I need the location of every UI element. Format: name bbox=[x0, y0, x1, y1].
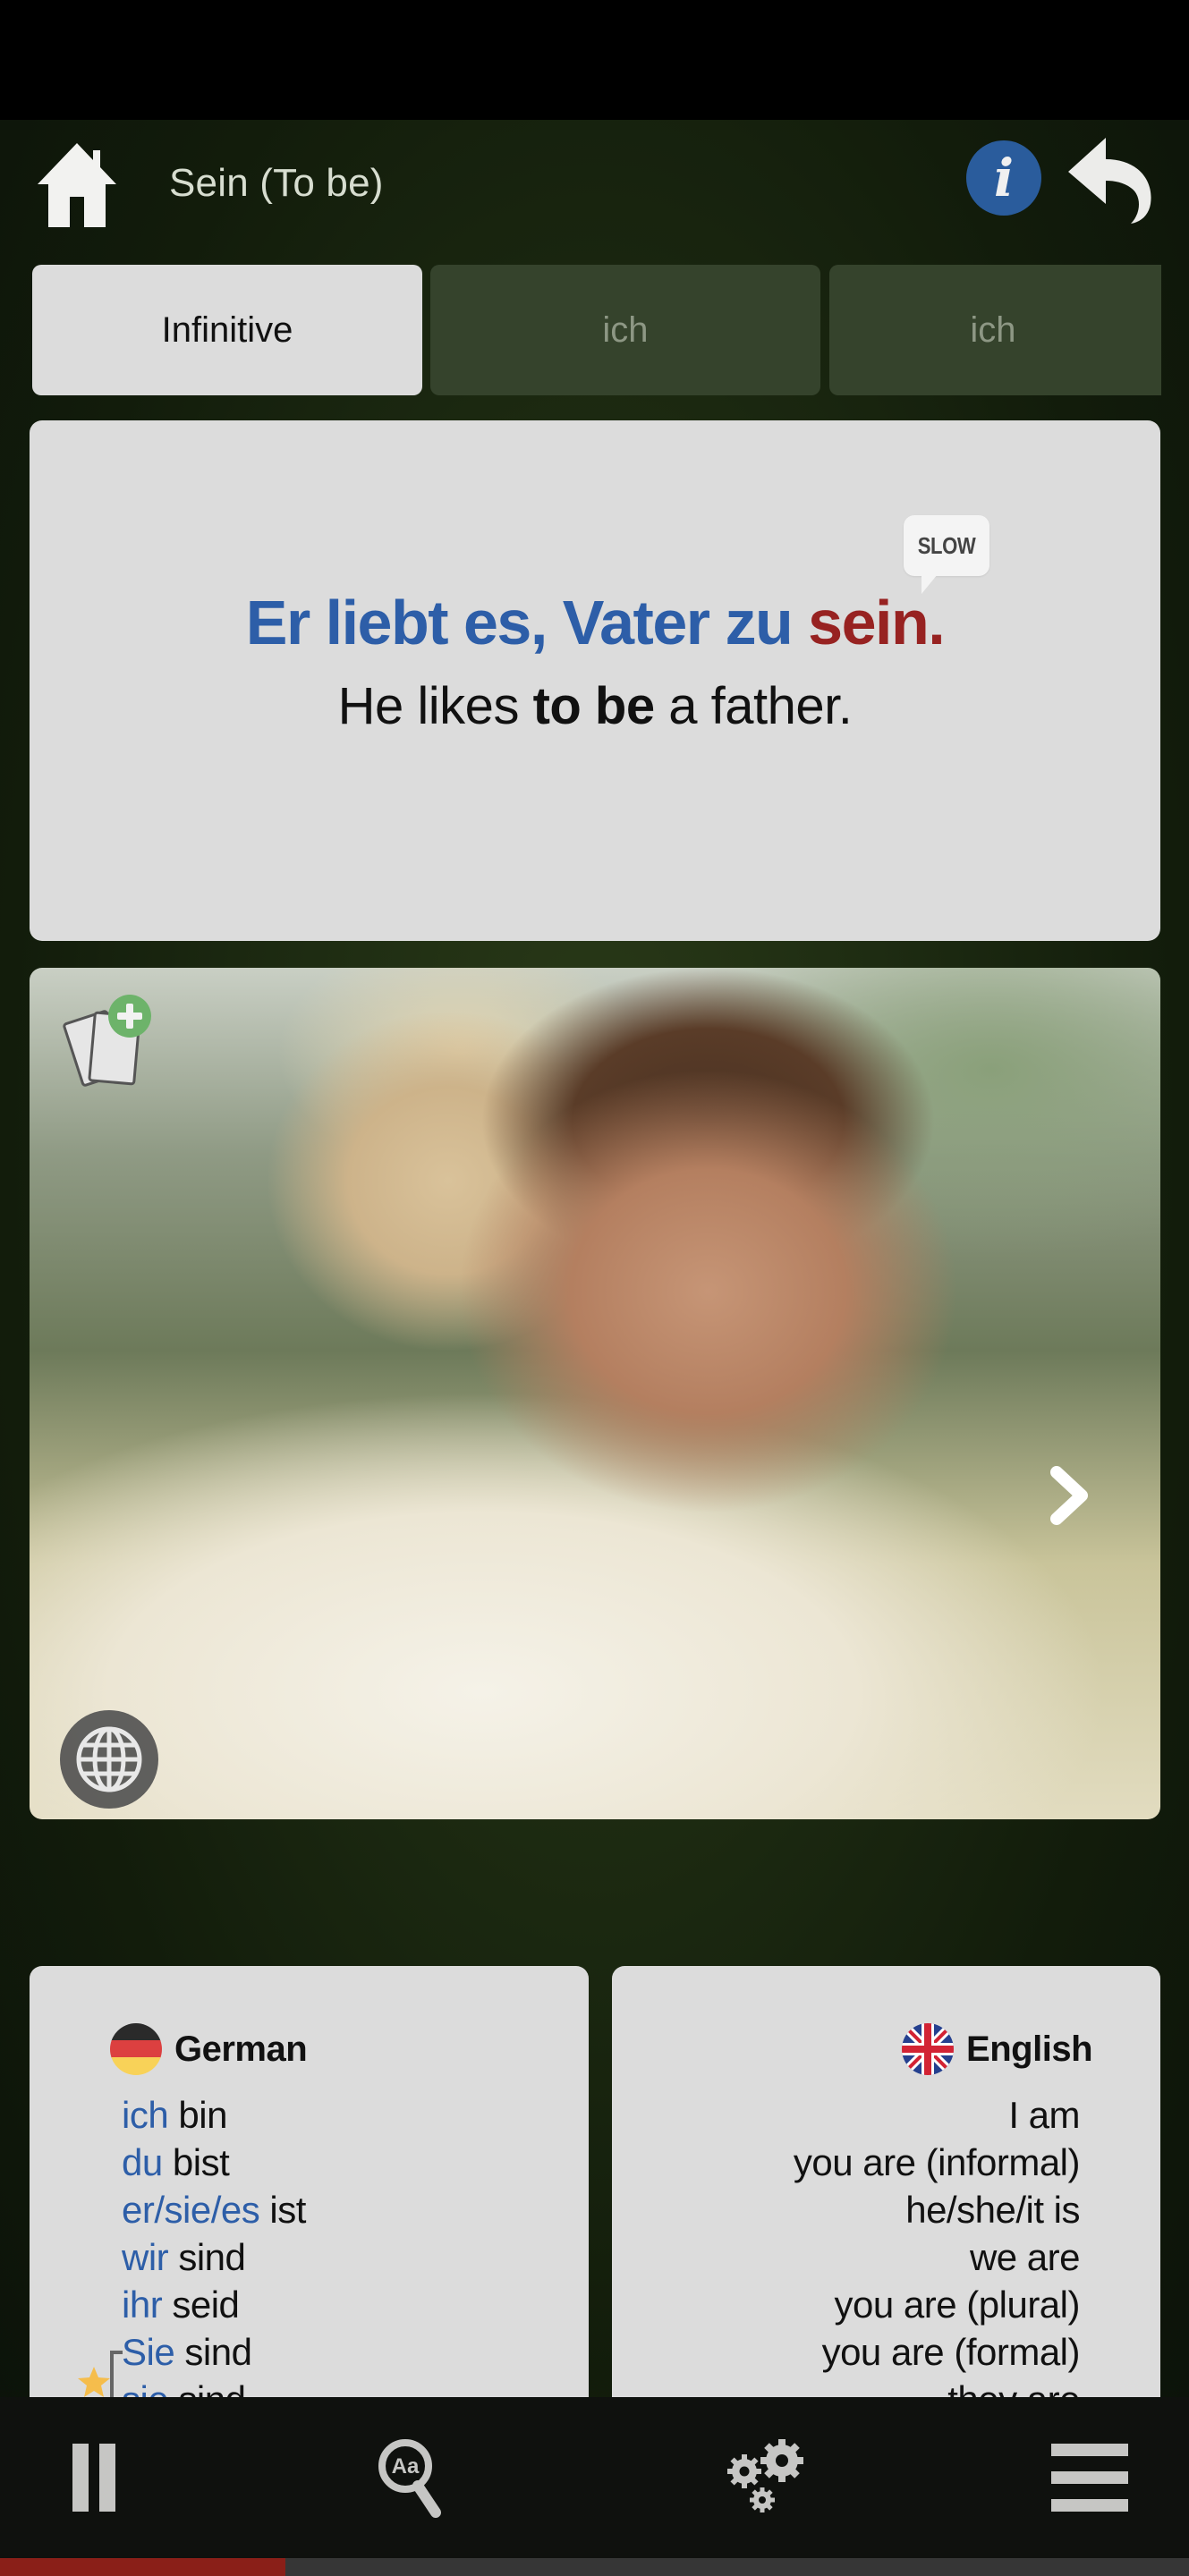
home-button[interactable] bbox=[36, 140, 118, 229]
tab-label: ich bbox=[602, 309, 649, 350]
lesson-progress-bar bbox=[0, 2558, 1189, 2576]
conjugation-row: er/sie/es ist bbox=[122, 2186, 306, 2233]
progress-fill bbox=[0, 2558, 285, 2576]
conjugation-row: I am bbox=[1008, 2094, 1080, 2136]
pause-icon bbox=[72, 2444, 115, 2512]
tab-ich-2[interactable]: ich bbox=[829, 265, 1161, 395]
conjugation-row: ihr seid bbox=[122, 2281, 306, 2328]
english-panel-title: English bbox=[966, 2029, 1092, 2069]
conjugation-row: ich bin bbox=[122, 2091, 306, 2139]
app-screen: Sein (To be) i Infinitive ich ich SLOW E… bbox=[0, 120, 1189, 2475]
conjugation-row: Sie sind bbox=[122, 2328, 306, 2376]
status-bar bbox=[0, 0, 1189, 120]
settings-button[interactable] bbox=[723, 2433, 812, 2522]
verb-form: ist bbox=[269, 2189, 306, 2231]
back-icon bbox=[1068, 138, 1151, 224]
tab-label: ich bbox=[970, 309, 1016, 350]
verb-form: seid bbox=[172, 2284, 240, 2326]
translate-globe-button[interactable] bbox=[60, 1710, 158, 1809]
tab-infinitive[interactable]: Infinitive bbox=[32, 265, 422, 395]
english-panel-header: English bbox=[902, 2023, 1092, 2075]
next-image-button[interactable] bbox=[1042, 1460, 1096, 1531]
english-conjugation-list: I am you are (informal) he/she/it is we … bbox=[793, 2091, 1081, 2423]
pronoun: ich bbox=[122, 2094, 169, 2136]
conjugation-row: du bist bbox=[122, 2139, 306, 2186]
german-verb-highlight: sein bbox=[808, 588, 930, 657]
bottom-navigation: Aa bbox=[0, 2397, 1189, 2558]
example-photo bbox=[30, 968, 1160, 1819]
german-flag-icon bbox=[110, 2023, 162, 2075]
tense-tabs: Infinitive ich ich bbox=[32, 265, 1161, 395]
globe-icon bbox=[76, 1726, 142, 1792]
german-conjugation-list: ich bin du bist er/sie/es ist wir sind i… bbox=[122, 2091, 306, 2423]
german-sentence: Er liebt es, Vater zu sein. bbox=[30, 587, 1160, 658]
verb-form: bist bbox=[172, 2141, 230, 2183]
info-button[interactable]: i bbox=[966, 140, 1041, 216]
pronoun: ihr bbox=[122, 2284, 163, 2326]
conjugation-row: you are (plural) bbox=[834, 2284, 1081, 2326]
page-title: Sein (To be) bbox=[169, 161, 384, 205]
example-sentence-card[interactable]: SLOW Er liebt es, Vater zu sein. He like… bbox=[30, 420, 1160, 941]
dictionary-search-icon: Aa bbox=[378, 2439, 441, 2518]
dictionary-search-button[interactable]: Aa bbox=[369, 2433, 458, 2522]
pause-button[interactable] bbox=[52, 2433, 141, 2522]
english-sentence-text: He likes bbox=[337, 677, 533, 735]
conjugation-row: you are (formal) bbox=[821, 2331, 1081, 2373]
chevron-right-icon bbox=[1050, 1466, 1088, 1525]
english-sentence: He likes to be a father. bbox=[30, 676, 1160, 736]
slow-label: SLOW bbox=[917, 531, 976, 559]
add-flashcard-icon bbox=[63, 995, 151, 1087]
english-verb-highlight: to be bbox=[532, 677, 656, 735]
verb-form: sind bbox=[184, 2331, 252, 2373]
home-icon bbox=[38, 143, 116, 227]
back-button[interactable] bbox=[1065, 136, 1154, 225]
tab-ich-1[interactable]: ich bbox=[430, 265, 820, 395]
conjugation-row: he/she/it is bbox=[905, 2189, 1080, 2231]
tab-label: Infinitive bbox=[161, 309, 293, 350]
slow-playback-button[interactable]: SLOW bbox=[904, 515, 989, 594]
search-icon-text: Aa bbox=[392, 2454, 420, 2479]
pronoun: er/sie/es bbox=[122, 2189, 260, 2231]
conjugation-row: you are (informal) bbox=[793, 2141, 1081, 2183]
menu-icon bbox=[1051, 2444, 1128, 2512]
pronoun: Sie bbox=[122, 2331, 175, 2373]
add-flashcard-button[interactable] bbox=[56, 995, 164, 1093]
german-sentence-text: Er liebt es, Vater zu bbox=[245, 588, 809, 657]
conjugation-row: wir sind bbox=[122, 2233, 306, 2281]
german-sentence-period: . bbox=[928, 588, 945, 657]
conjugation-row: we are bbox=[969, 2236, 1081, 2278]
verb-form: sind bbox=[178, 2236, 246, 2278]
menu-button[interactable] bbox=[1045, 2433, 1134, 2522]
pronoun: du bbox=[122, 2141, 163, 2183]
info-icon: i bbox=[993, 148, 1015, 208]
settings-gears-icon bbox=[727, 2439, 803, 2512]
verb-form: bin bbox=[178, 2094, 227, 2136]
english-sentence-end: a father. bbox=[654, 677, 853, 735]
german-panel-header: German bbox=[110, 2023, 308, 2075]
german-panel-title: German bbox=[174, 2029, 308, 2069]
uk-flag-icon bbox=[902, 2023, 955, 2075]
pronoun: wir bbox=[122, 2236, 169, 2278]
